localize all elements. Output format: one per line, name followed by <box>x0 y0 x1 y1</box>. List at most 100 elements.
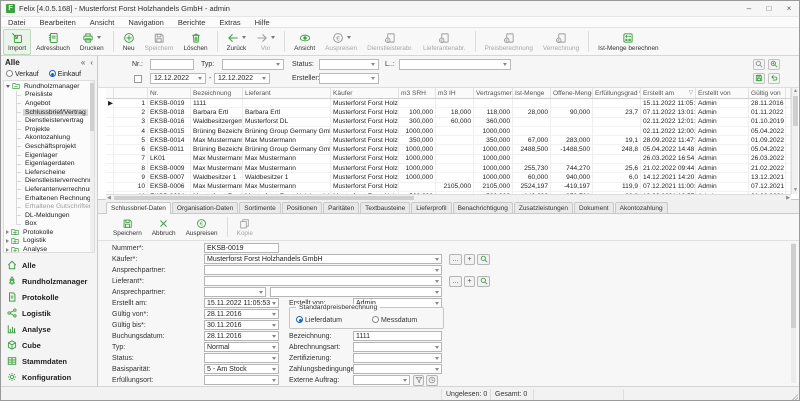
nav-stammdaten[interactable]: Stammdaten <box>1 353 97 369</box>
tree-item[interactable]: Eigenlagerdaten <box>4 159 94 168</box>
import-button[interactable]: Import <box>3 29 31 55</box>
ist-menge-berechnen-button[interactable]: Ist-Menge berechnen <box>593 29 663 55</box>
menu-item[interactable]: Bearbeiten <box>33 18 83 27</box>
detail-speichern-button[interactable]: Speichern <box>108 215 147 240</box>
tree-item[interactable]: Schlussbrief/Vertrag <box>4 108 94 117</box>
detail-auspreisen-button[interactable]: € Auspreisen <box>181 215 223 240</box>
tree-root-analyse[interactable]: Analyse <box>4 245 94 253</box>
ansprechpartner1-select[interactable] <box>204 265 442 275</box>
col-rownum[interactable] <box>114 88 148 98</box>
buchungsdatum-select[interactable]: 28.11.2016 <box>204 331 279 341</box>
zertifizierung-select[interactable] <box>353 353 442 363</box>
table-row[interactable]: 5 EKSB-0014 Max Mustermann Max Musterman… <box>106 136 791 145</box>
zahlungsbedingungen-select[interactable] <box>353 364 442 374</box>
tree-item[interactable]: Erhaltenen Rechnungen <box>4 194 94 203</box>
nav-alle[interactable]: Alle <box>1 257 97 273</box>
detail-tab[interactable]: Zusatzleistungen <box>514 202 573 213</box>
ansicht-button[interactable]: Ansicht <box>289 29 320 55</box>
drucken-button[interactable]: Drucken <box>75 29 109 55</box>
detail-tab[interactable]: Lieferprofil <box>411 202 451 213</box>
col-istmenge[interactable]: Ist-Menge <box>513 88 551 98</box>
nav-logistik[interactable]: Logistik <box>1 305 97 321</box>
col-erstellt-am[interactable]: Erstellt am▽ <box>641 88 696 98</box>
detail-tab[interactable]: Benachrichtigung <box>453 202 513 213</box>
tree-root-logistik[interactable]: Logistik <box>4 237 94 246</box>
tree-item[interactable]: Projekte <box>4 125 94 134</box>
col-kaeufer[interactable]: Käufer <box>331 88 399 98</box>
lieferant-browse-button[interactable]: ... <box>449 276 462 287</box>
table-horizontal-scrollbar[interactable]: ◀▶ <box>106 194 791 200</box>
gueltig-bis-select[interactable]: 30.11.2016 <box>204 320 279 330</box>
table-row[interactable]: 9 EKSB-0007 Waldbesitzer 1 Waldbesitzer … <box>106 173 791 182</box>
detail-tab[interactable]: Positionen <box>282 202 322 213</box>
col-erstellt-von[interactable]: Erstellt von <box>696 88 749 98</box>
kaeufer-search-button[interactable] <box>477 254 490 265</box>
tree-item[interactable]: Erhaltene Gutschriften <box>4 202 94 211</box>
search-button[interactable] <box>753 59 765 70</box>
tree-scrollbar[interactable] <box>90 81 94 252</box>
advanced-search-button[interactable] <box>768 59 780 70</box>
tree-item[interactable]: Akontozahlung <box>4 134 94 143</box>
adressbuch-button[interactable]: Adressbuch <box>31 29 75 55</box>
bezeichnung-field[interactable]: 1111 <box>353 331 442 341</box>
col-erfuellungsgrad[interactable]: Erfüllungsgrad % <box>593 88 641 98</box>
detail-tab[interactable]: Akontozahlung <box>615 202 668 213</box>
menu-item[interactable]: Datei <box>1 18 33 27</box>
table-row[interactable]: 3 EKSB-0016 Waldbesitzergem... Musterfor… <box>106 118 791 127</box>
tree-item[interactable]: Eigenlager <box>4 151 94 160</box>
col-gueltig-von[interactable]: Gültig von <box>749 88 786 98</box>
tree-item[interactable]: Dienstleistervertrag <box>4 116 94 125</box>
detail-tab[interactable]: Schlussbrief-Daten <box>106 202 171 214</box>
lieferant-select[interactable] <box>204 276 442 286</box>
neu-button[interactable]: Neu <box>118 29 140 55</box>
tree-item[interactable]: Geschäftsprojekt <box>4 142 94 151</box>
lieferant-add-button[interactable]: + <box>464 276 475 287</box>
col-vertragsmenge[interactable]: Vertragsmenge <box>474 88 513 98</box>
detail-tab[interactable]: Dokument <box>574 202 614 213</box>
typ-filter-select[interactable] <box>222 59 284 70</box>
menu-item[interactable]: Navigation <box>121 18 170 27</box>
nr-filter-input[interactable] <box>150 59 194 70</box>
erfuellungsort-select[interactable] <box>204 375 279 385</box>
tree-item[interactable]: Lieferantenverrechnung <box>4 185 94 194</box>
radio-verkauf[interactable]: Verkauf <box>6 70 39 78</box>
table-vertical-scrollbar[interactable]: ▲▼ <box>791 88 798 194</box>
auspreisen-button[interactable]: € Auspreisen <box>320 29 362 55</box>
erstellt-am-select[interactable]: 15.11.2022 11:05:53 <box>204 298 279 308</box>
collapse-all-button[interactable]: « <box>81 58 85 67</box>
tree-item[interactable]: Preisliste <box>4 91 94 100</box>
externe-auftrag-select[interactable] <box>353 375 410 385</box>
radio-messdatum[interactable]: Messdatum <box>372 316 417 324</box>
date-filter-checkbox[interactable] <box>134 75 142 83</box>
tree-root-protokolle[interactable]: Protokolle <box>4 228 94 237</box>
status-select[interactable] <box>204 353 279 363</box>
speichern-button[interactable]: Speichern <box>140 29 179 55</box>
kaeufer-select[interactable]: Musterforst Forst Holzhandels GmbH <box>204 254 442 264</box>
zurueck-button[interactable]: Zurück <box>222 29 252 55</box>
gueltig-von-select[interactable]: 28.11.2016 <box>204 309 279 319</box>
detail-tab[interactable]: Sortimente <box>239 202 280 213</box>
abrechnungsart-select[interactable] <box>353 342 442 352</box>
detail-tab[interactable]: Paritäten <box>323 202 359 213</box>
typ-select[interactable]: Normal <box>204 342 279 352</box>
col-m3srh[interactable]: m3 SRH <box>399 88 436 98</box>
menu-item[interactable]: Berichte <box>171 18 213 27</box>
tree-root-rundholzmanager[interactable]: Rundholzmanager <box>4 82 94 91</box>
radio-lieferdatum[interactable]: Lieferdatum <box>296 316 342 324</box>
date-from-select[interactable]: 12.12.2022 <box>150 73 206 84</box>
kaeufer-browse-button[interactable]: ... <box>449 254 462 265</box>
nav-rundholzmanager[interactable]: Rundholzmanager <box>1 273 97 289</box>
resize-grip[interactable] <box>791 394 798 401</box>
date-to-select[interactable]: 12.12.2022 <box>214 73 270 84</box>
maximize-button[interactable]: □ <box>764 4 774 13</box>
close-button[interactable]: × <box>784 4 794 13</box>
tree-item[interactable]: Box <box>4 220 94 229</box>
detail-tab[interactable]: Organisation-Daten <box>172 202 238 213</box>
table-row[interactable]: 10 EKSB-0006 Max Mustermann Max Musterma… <box>106 183 791 192</box>
detail-kopie-button[interactable]: Kopie <box>232 215 258 240</box>
tree-item[interactable]: Lieferscheine <box>4 168 94 177</box>
status-filter-select[interactable] <box>319 59 379 70</box>
detail-abbruch-button[interactable]: Abbruch <box>147 215 181 240</box>
externe-auftrag-history-button[interactable] <box>426 375 438 386</box>
form-scrollbar[interactable] <box>791 243 796 383</box>
